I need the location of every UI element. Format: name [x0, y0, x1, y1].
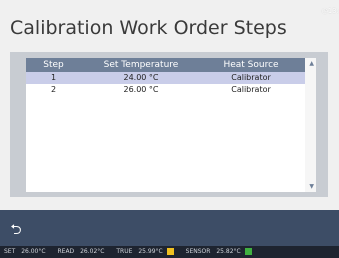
steps-table: Step Set Temperature Heat Source 1 24.00…: [26, 58, 316, 192]
back-arrow-icon[interactable]: ⮌: [8, 222, 24, 238]
scroll-up-icon[interactable]: ▲: [309, 60, 314, 67]
column-header-set-temperature: Set Temperature: [103, 60, 179, 70]
true-value: 25.99°C: [138, 248, 163, 255]
read-label: READ: [57, 248, 75, 255]
cell-heat-source: Calibrator: [231, 73, 271, 82]
table-row[interactable]: 2 26.00 °C Calibrator: [26, 84, 316, 96]
cell-set-temperature: 26.00 °C: [123, 85, 159, 94]
cell-step: 1: [50, 73, 57, 82]
app-window: Calibration Work Order Steps ◷13: Step S…: [0, 0, 339, 258]
cell-heat-source: Calibrator: [231, 85, 271, 94]
true-status-indicator: [166, 248, 174, 255]
table-header-row: Step Set Temperature Heat Source: [26, 58, 316, 72]
sensor-label: SENSOR: [185, 248, 211, 255]
bottom-toolbar: [0, 210, 339, 246]
column-header-step: Step: [43, 60, 64, 70]
cell-step: 2: [50, 85, 57, 94]
scroll-down-icon[interactable]: ▼: [309, 183, 314, 190]
true-label: TRUE: [116, 248, 133, 255]
table-row[interactable]: 1 24.00 °C Calibrator: [26, 72, 316, 84]
column-header-heat-source: Heat Source: [223, 60, 279, 70]
clock: ◷13:: [321, 7, 339, 15]
set-value: 26.00°C: [21, 248, 46, 255]
sensor-value: 25.82°C: [216, 248, 241, 255]
cell-set-temperature: 24.00 °C: [123, 73, 159, 82]
page-title: Calibration Work Order Steps: [10, 17, 287, 39]
read-value: 26.02°C: [80, 248, 105, 255]
sensor-status-indicator: [244, 248, 252, 255]
vertical-scrollbar[interactable]: ▲ ▼: [305, 58, 316, 192]
status-bar: SET 26.00°C READ 26.02°C TRUE 25.99°C SE…: [0, 246, 339, 258]
set-label: SET: [4, 248, 16, 255]
